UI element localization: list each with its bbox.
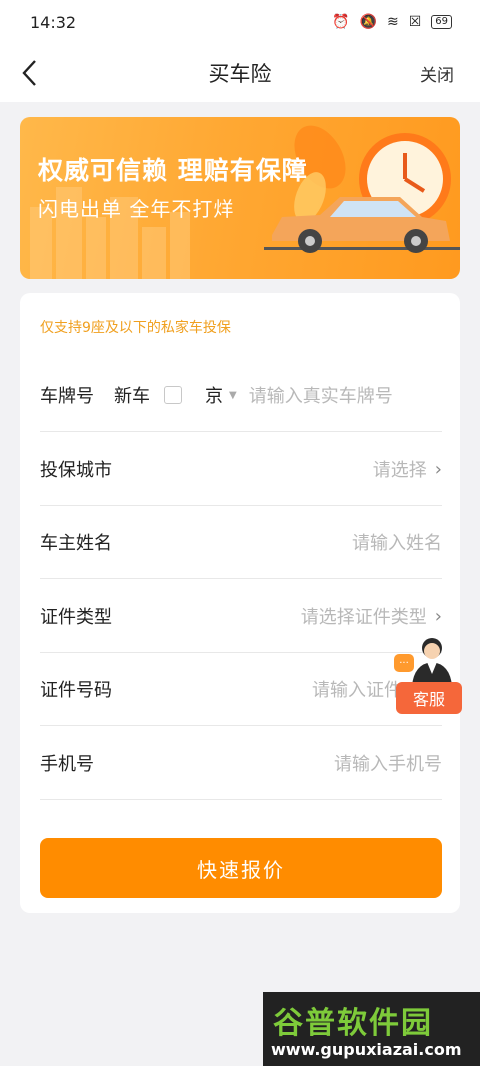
new-car-checkbox[interactable]	[164, 386, 182, 404]
banner-title: 权威可信赖 理赔有保障	[38, 156, 308, 185]
chevron-right-icon: ›	[434, 605, 442, 627]
customer-service-widget[interactable]: ··· 客服	[394, 630, 464, 714]
caret-down-icon: ▼	[229, 389, 237, 401]
id-type-row[interactable]: 证件类型 请选择证件类型 ›	[40, 580, 442, 653]
status-bar: 14:32 ⏰ 🔕 ≋ ☒ 69	[0, 0, 480, 44]
province-select[interactable]: 京 ▼	[205, 382, 237, 408]
customer-service-label: 客服	[396, 682, 462, 714]
owner-name-row: 车主姓名 请输入姓名	[40, 506, 442, 579]
owner-name-input[interactable]: 请输入姓名	[352, 529, 442, 555]
close-button[interactable]: 关闭	[420, 61, 454, 86]
phone-input[interactable]: 请输入手机号	[334, 750, 442, 776]
back-button[interactable]	[20, 53, 60, 93]
mute-icon: 🔕	[359, 14, 377, 30]
page-title: 买车险	[208, 62, 272, 86]
status-time: 14:32	[30, 12, 77, 32]
id-number-row: 证件号码 请输入证件	[40, 653, 442, 726]
id-number-input[interactable]: 请输入证件	[312, 676, 402, 702]
phone-label: 手机号	[40, 754, 94, 775]
wifi-icon: ≋	[386, 14, 399, 30]
id-number-label: 证件号码	[40, 680, 112, 701]
promo-banner: 权威可信赖 理赔有保障 闪电出单 全年不打烊	[20, 117, 460, 279]
owner-name-label: 车主姓名	[40, 533, 112, 554]
watermark-title: 谷普软件园	[273, 1006, 433, 1041]
chat-bubble-icon: ···	[394, 654, 414, 672]
battery-icon: 69	[431, 15, 452, 29]
watermark: 谷普软件园 www.gupuxiazai.com	[263, 992, 480, 1066]
city-label: 投保城市	[40, 460, 112, 481]
phone-row: 手机号 请输入手机号	[40, 727, 442, 800]
status-icons: ⏰ 🔕 ≋ ☒ 69	[332, 14, 452, 30]
id-type-select[interactable]: 请选择证件类型	[301, 603, 427, 629]
city-row[interactable]: 投保城市 请选择 ›	[40, 433, 442, 506]
city-select[interactable]: 请选择	[373, 456, 427, 482]
alarm-icon: ⏰	[332, 14, 350, 30]
banner-subtitle: 闪电出单 全年不打烊	[38, 197, 235, 221]
new-car-label: 新车	[114, 386, 150, 407]
chevron-left-icon	[22, 60, 36, 86]
sim-icon: ☒	[408, 14, 422, 30]
province-value: 京	[205, 386, 223, 407]
nav-bar: 买车险 关闭	[0, 44, 480, 102]
insurance-form: 仅支持9座及以下的私家车投保 车牌号 新车 京 ▼ 请输入真实车牌号 投保城市 …	[20, 293, 460, 913]
plate-row: 车牌号 新车 京 ▼ 请输入真实车牌号	[40, 359, 442, 432]
quick-quote-button[interactable]: 快速报价	[40, 838, 442, 898]
chevron-right-icon: ›	[434, 458, 442, 480]
id-type-label: 证件类型	[40, 607, 112, 628]
plate-input[interactable]: 请输入真实车牌号	[249, 382, 393, 408]
plate-label: 车牌号	[40, 386, 94, 407]
form-notice: 仅支持9座及以下的私家车投保	[40, 320, 231, 336]
watermark-url: www.gupuxiazai.com	[271, 1040, 462, 1059]
